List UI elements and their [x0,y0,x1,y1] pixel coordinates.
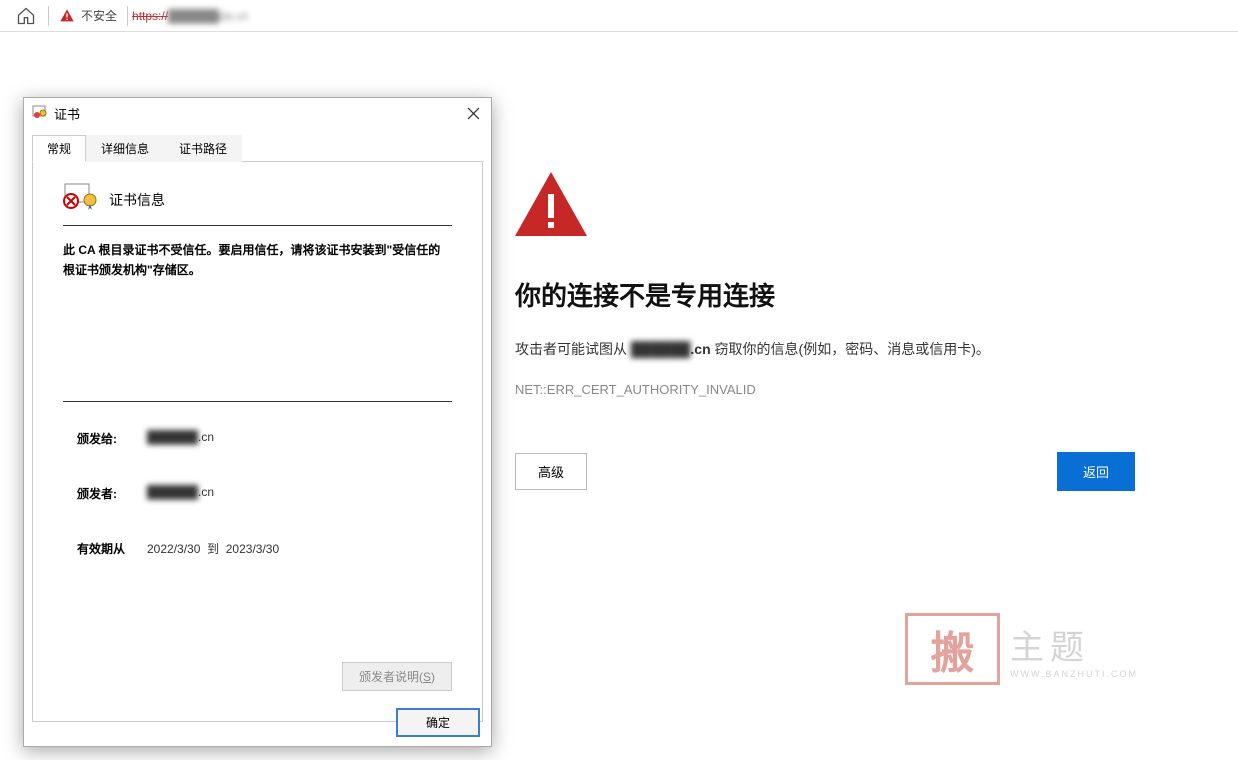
dialog-footer: 确定 [397,709,479,736]
ssl-warning-page: 你的连接不是专用连接 攻击者可能试图从 ██████.cn 窃取你的信息(例如，… [515,172,1135,491]
certificate-dialog: 证书 常规 详细信息 证书路径 证书信息 此 CA 根目录证书不受信任 [23,97,492,747]
warning-description: 攻击者可能试图从 ██████.cn 窃取你的信息(例如，密码、消息或信用卡)。 [515,338,1135,360]
cert-info-message: 此 CA 根目录证书不受信任。要启用信任，请将该证书安装到"受信任的根证书颁发机… [63,240,452,281]
warning-triangle-icon[interactable] [59,8,75,24]
issued-to-label: 颁发给: [77,430,147,447]
address-bar: 不安全 https://██████da.cn [0,0,1238,32]
error-code: NET::ERR_CERT_AUTHORITY_INVALID [515,382,1135,397]
issuer-value: ██████.cn [147,485,214,502]
watermark-stamp: 搬 [905,613,1000,685]
tab-path[interactable]: 证书路径 [164,135,242,162]
warning-title: 你的连接不是专用连接 [515,276,1135,313]
divider [48,6,49,26]
tab-general[interactable]: 常规 [32,135,86,162]
issuer-statement-button: 颁发者说明(S) [342,662,452,691]
validity-label: 有效期从 [77,540,147,557]
dialog-tabs: 常规 详细信息 证书路径 [32,134,483,162]
watermark: 搬 主题 WWW.BANZHUTI.COM [905,613,1138,685]
validity-value: 2022/3/30 到 2023/3/30 [147,540,279,557]
separator [63,401,452,402]
back-button[interactable]: 返回 [1057,452,1135,491]
issuer-row: 颁发者: ██████.cn [77,485,452,502]
tab-details[interactable]: 详细信息 [86,135,164,162]
warning-triangle-icon [515,172,1135,241]
watermark-main: 主题 [1010,620,1138,669]
home-icon[interactable] [16,6,36,26]
cert-info-heading: 证书信息 [109,190,165,210]
insecure-label[interactable]: 不安全 [81,7,117,24]
issuer-label: 颁发者: [77,485,147,502]
separator [63,225,452,226]
watermark-sub: WWW.BANZHUTI.COM [1010,669,1138,679]
divider [127,6,128,26]
certificate-error-icon [63,182,99,217]
ok-button[interactable]: 确定 [397,709,479,736]
issued-to-row: 颁发给: ██████.cn [77,430,452,447]
advanced-button[interactable]: 高级 [515,453,587,490]
issued-to-value: ██████.cn [147,430,214,447]
dialog-titlebar: 证书 [24,98,491,128]
dialog-title: 证书 [54,104,80,123]
page-content: 你的连接不是专用连接 攻击者可能试图从 ██████.cn 窃取你的信息(例如，… [0,32,1238,760]
url-display[interactable]: https://██████da.cn [132,9,248,23]
validity-row: 有效期从 2022/3/30 到 2023/3/30 [77,540,452,557]
certificate-icon [32,104,48,123]
tab-body-general: 证书信息 此 CA 根目录证书不受信任。要启用信任，请将该证书安装到"受信任的根… [32,162,483,722]
warning-buttons: 高级 返回 [515,452,1135,491]
close-button[interactable] [459,102,487,124]
